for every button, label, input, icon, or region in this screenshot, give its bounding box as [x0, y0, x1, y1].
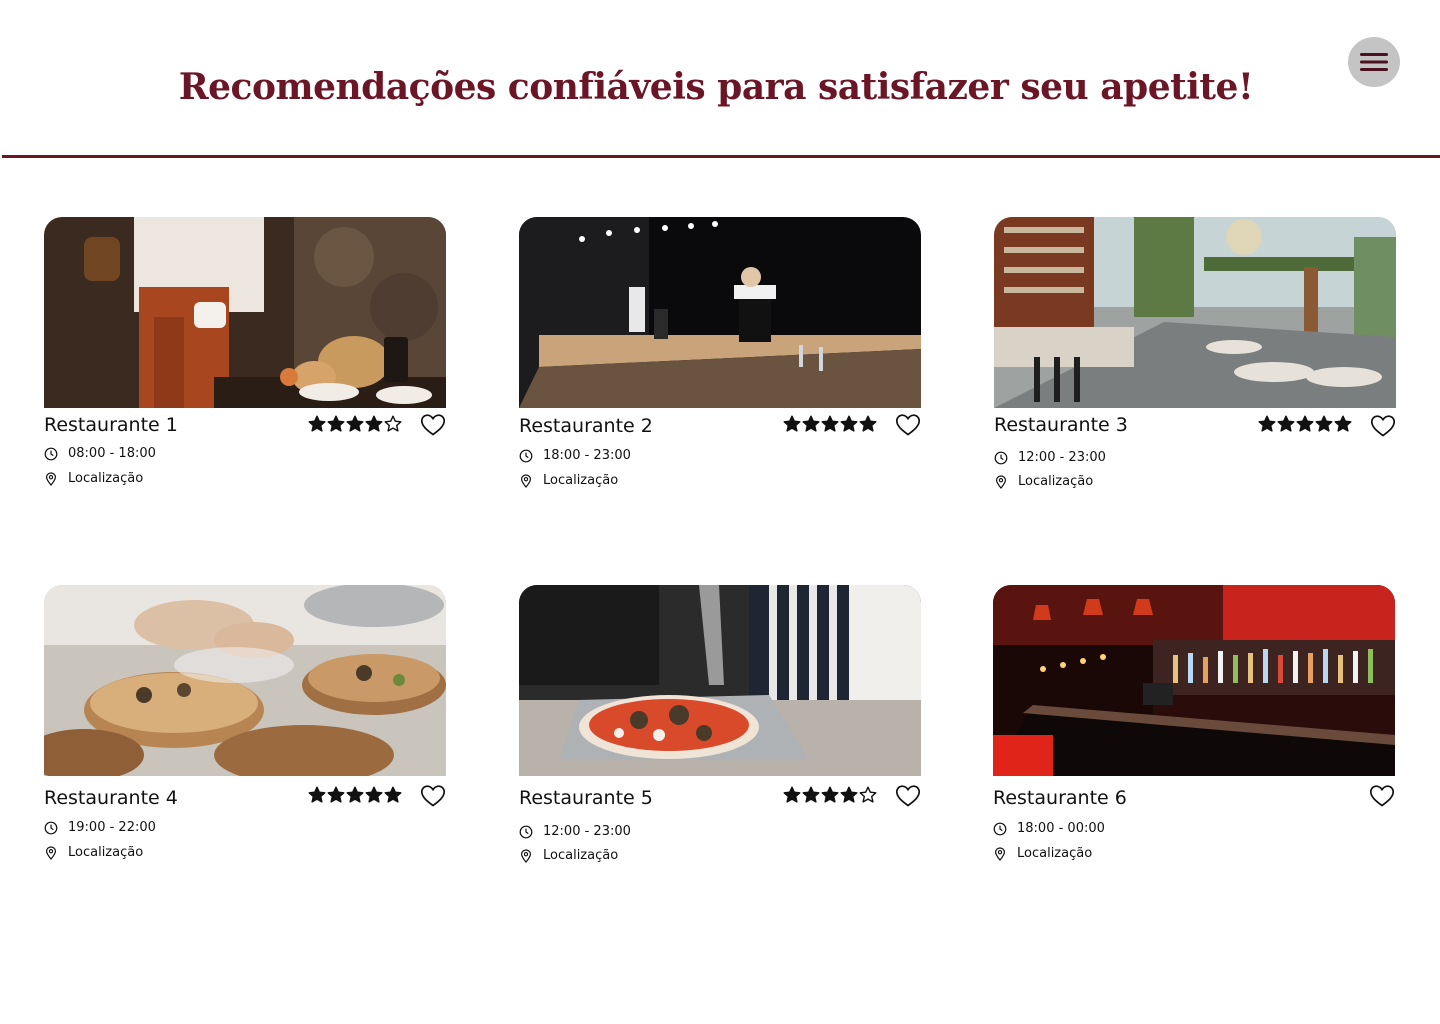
star-filled-icon — [783, 415, 801, 432]
rating-stars — [308, 415, 402, 433]
location-link[interactable]: Localização — [543, 848, 618, 863]
clock-icon — [44, 821, 58, 834]
clock-icon — [994, 451, 1008, 464]
star-filled-icon — [365, 786, 383, 803]
rating-stars — [783, 415, 877, 433]
star-filled-icon — [346, 786, 364, 803]
clock-icon — [44, 447, 58, 460]
restaurant-card[interactable]: Restaurante 3 12:00 - 23:00 Localização — [994, 217, 1396, 507]
location-pin-icon — [520, 848, 532, 863]
rating-stars — [308, 786, 402, 804]
restaurant-photo[interactable] — [993, 585, 1395, 776]
star-filled-icon — [365, 415, 383, 432]
restaurant-photo[interactable] — [519, 585, 921, 776]
location-pin-icon — [520, 473, 532, 488]
star-filled-icon — [1258, 415, 1276, 432]
star-filled-icon — [821, 415, 839, 432]
location-row[interactable]: Localização — [519, 848, 618, 863]
restaurant-photo[interactable] — [44, 585, 446, 776]
hours-row: 12:00 - 23:00 — [994, 450, 1106, 465]
star-filled-icon — [859, 415, 877, 432]
star-filled-icon — [1277, 415, 1295, 432]
page-title: Recomendações confiáveis para satisfazer… — [178, 66, 1254, 108]
heart-icon[interactable] — [1369, 784, 1395, 808]
heart-icon[interactable] — [1370, 414, 1396, 438]
location-link[interactable]: Localização — [68, 845, 143, 860]
location-pin-icon — [45, 471, 57, 486]
heart-icon[interactable] — [895, 784, 921, 808]
star-filled-icon — [821, 786, 839, 803]
location-row[interactable]: Localização — [44, 471, 143, 486]
location-pin-icon — [994, 846, 1006, 861]
star-filled-icon — [840, 786, 858, 803]
restaurant-name[interactable]: Restaurante 3 — [994, 414, 1128, 436]
star-outline-icon — [859, 786, 877, 803]
location-row[interactable]: Localização — [994, 474, 1093, 489]
location-link[interactable]: Localização — [68, 471, 143, 486]
location-row[interactable]: Localização — [44, 845, 143, 860]
heart-icon[interactable] — [420, 784, 446, 808]
star-filled-icon — [327, 786, 345, 803]
hours-row: 08:00 - 18:00 — [44, 446, 156, 461]
hours-text: 18:00 - 00:00 — [1017, 821, 1105, 836]
star-filled-icon — [327, 415, 345, 432]
hours-text: 08:00 - 18:00 — [68, 446, 156, 461]
clock-icon — [519, 449, 533, 462]
star-filled-icon — [1334, 415, 1352, 432]
star-filled-icon — [384, 786, 402, 803]
hours-text: 12:00 - 23:00 — [543, 824, 631, 839]
clock-icon — [519, 825, 533, 838]
location-link[interactable]: Localização — [1018, 474, 1093, 489]
star-filled-icon — [802, 786, 820, 803]
star-outline-icon — [384, 415, 402, 432]
rating-stars — [1258, 415, 1352, 433]
location-row[interactable]: Localização — [519, 473, 618, 488]
restaurant-name[interactable]: Restaurante 5 — [519, 787, 653, 809]
star-filled-icon — [840, 415, 858, 432]
restaurant-card[interactable]: Restaurante 1 08:00 - 18:00 Localização — [44, 217, 446, 507]
restaurant-name[interactable]: Restaurante 6 — [993, 787, 1127, 809]
star-filled-icon — [308, 415, 326, 432]
menu-button[interactable] — [1348, 37, 1400, 87]
hours-row: 12:00 - 23:00 — [519, 824, 631, 839]
star-filled-icon — [1296, 415, 1314, 432]
location-link[interactable]: Localização — [1017, 846, 1092, 861]
restaurant-name[interactable]: Restaurante 1 — [44, 414, 178, 436]
location-row[interactable]: Localização — [993, 846, 1092, 861]
hours-text: 18:00 - 23:00 — [543, 448, 631, 463]
star-filled-icon — [346, 415, 364, 432]
clock-icon — [993, 822, 1007, 835]
restaurant-photo[interactable] — [519, 217, 921, 408]
hamburger-icon — [1360, 53, 1388, 71]
restaurant-name[interactable]: Restaurante 2 — [519, 415, 653, 437]
star-filled-icon — [308, 786, 326, 803]
hours-text: 19:00 - 22:00 — [68, 820, 156, 835]
restaurant-photo[interactable] — [994, 217, 1396, 408]
star-filled-icon — [802, 415, 820, 432]
heart-icon[interactable] — [895, 413, 921, 437]
star-filled-icon — [1315, 415, 1333, 432]
location-pin-icon — [45, 845, 57, 860]
rating-stars — [783, 786, 877, 804]
restaurant-photo[interactable] — [44, 217, 446, 408]
location-pin-icon — [995, 474, 1007, 489]
restaurant-card[interactable]: Restaurante 4 19:00 - 22:00 Localização — [44, 585, 446, 875]
restaurant-name[interactable]: Restaurante 4 — [44, 787, 178, 809]
hours-text: 12:00 - 23:00 — [1018, 450, 1106, 465]
restaurant-card[interactable]: Restaurante 2 18:00 - 23:00 Localização — [519, 217, 921, 507]
hours-row: 19:00 - 22:00 — [44, 820, 156, 835]
hours-row: 18:00 - 00:00 — [993, 821, 1105, 836]
location-link[interactable]: Localização — [543, 473, 618, 488]
header-divider — [2, 155, 1440, 158]
star-filled-icon — [783, 786, 801, 803]
heart-icon[interactable] — [420, 413, 446, 437]
restaurant-card[interactable]: Restaurante 6 18:00 - 00:00 Localização — [993, 585, 1395, 875]
restaurant-card[interactable]: Restaurante 5 12:00 - 23:00 Localização — [519, 585, 921, 875]
hours-row: 18:00 - 23:00 — [519, 448, 631, 463]
